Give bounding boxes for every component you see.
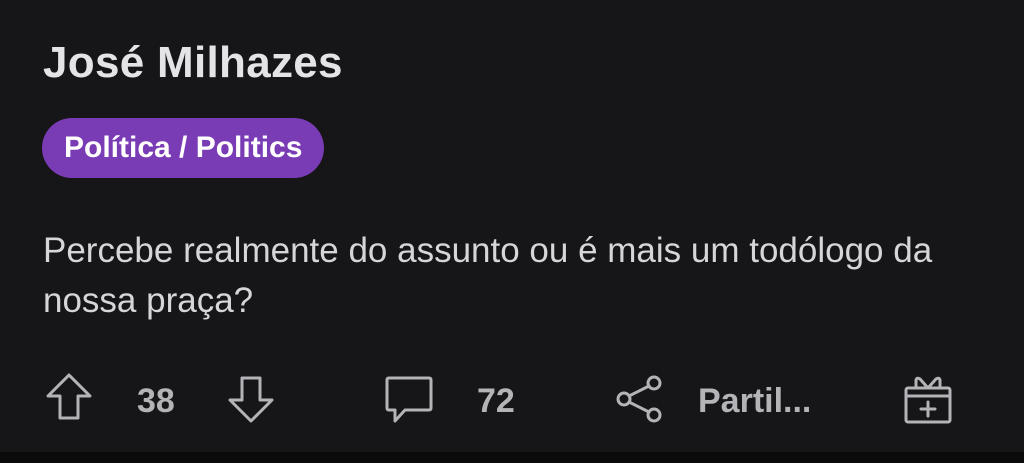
post-card[interactable]: José Milhazes Política / Politics Perceb… [0, 0, 1024, 452]
comment-bubble-icon[interactable] [383, 374, 435, 431]
award-gift-icon[interactable] [902, 374, 954, 431]
bottom-divider [0, 452, 1024, 463]
upvote-count: 38 [137, 382, 175, 420]
share-label[interactable]: Partil... [698, 378, 811, 424]
downvote-arrow-icon[interactable] [226, 374, 276, 429]
post-body-text: Percebe realmente do assunto ou é mais u… [43, 231, 933, 320]
share-icon[interactable] [614, 374, 666, 429]
post-author-title[interactable]: José Milhazes [43, 38, 343, 88]
upvote-arrow-icon[interactable] [44, 372, 94, 427]
post-action-bar: 38 72 Partil... [0, 368, 1024, 432]
comment-count: 72 [477, 382, 515, 420]
flair-badge[interactable]: Política / Politics [42, 118, 325, 178]
